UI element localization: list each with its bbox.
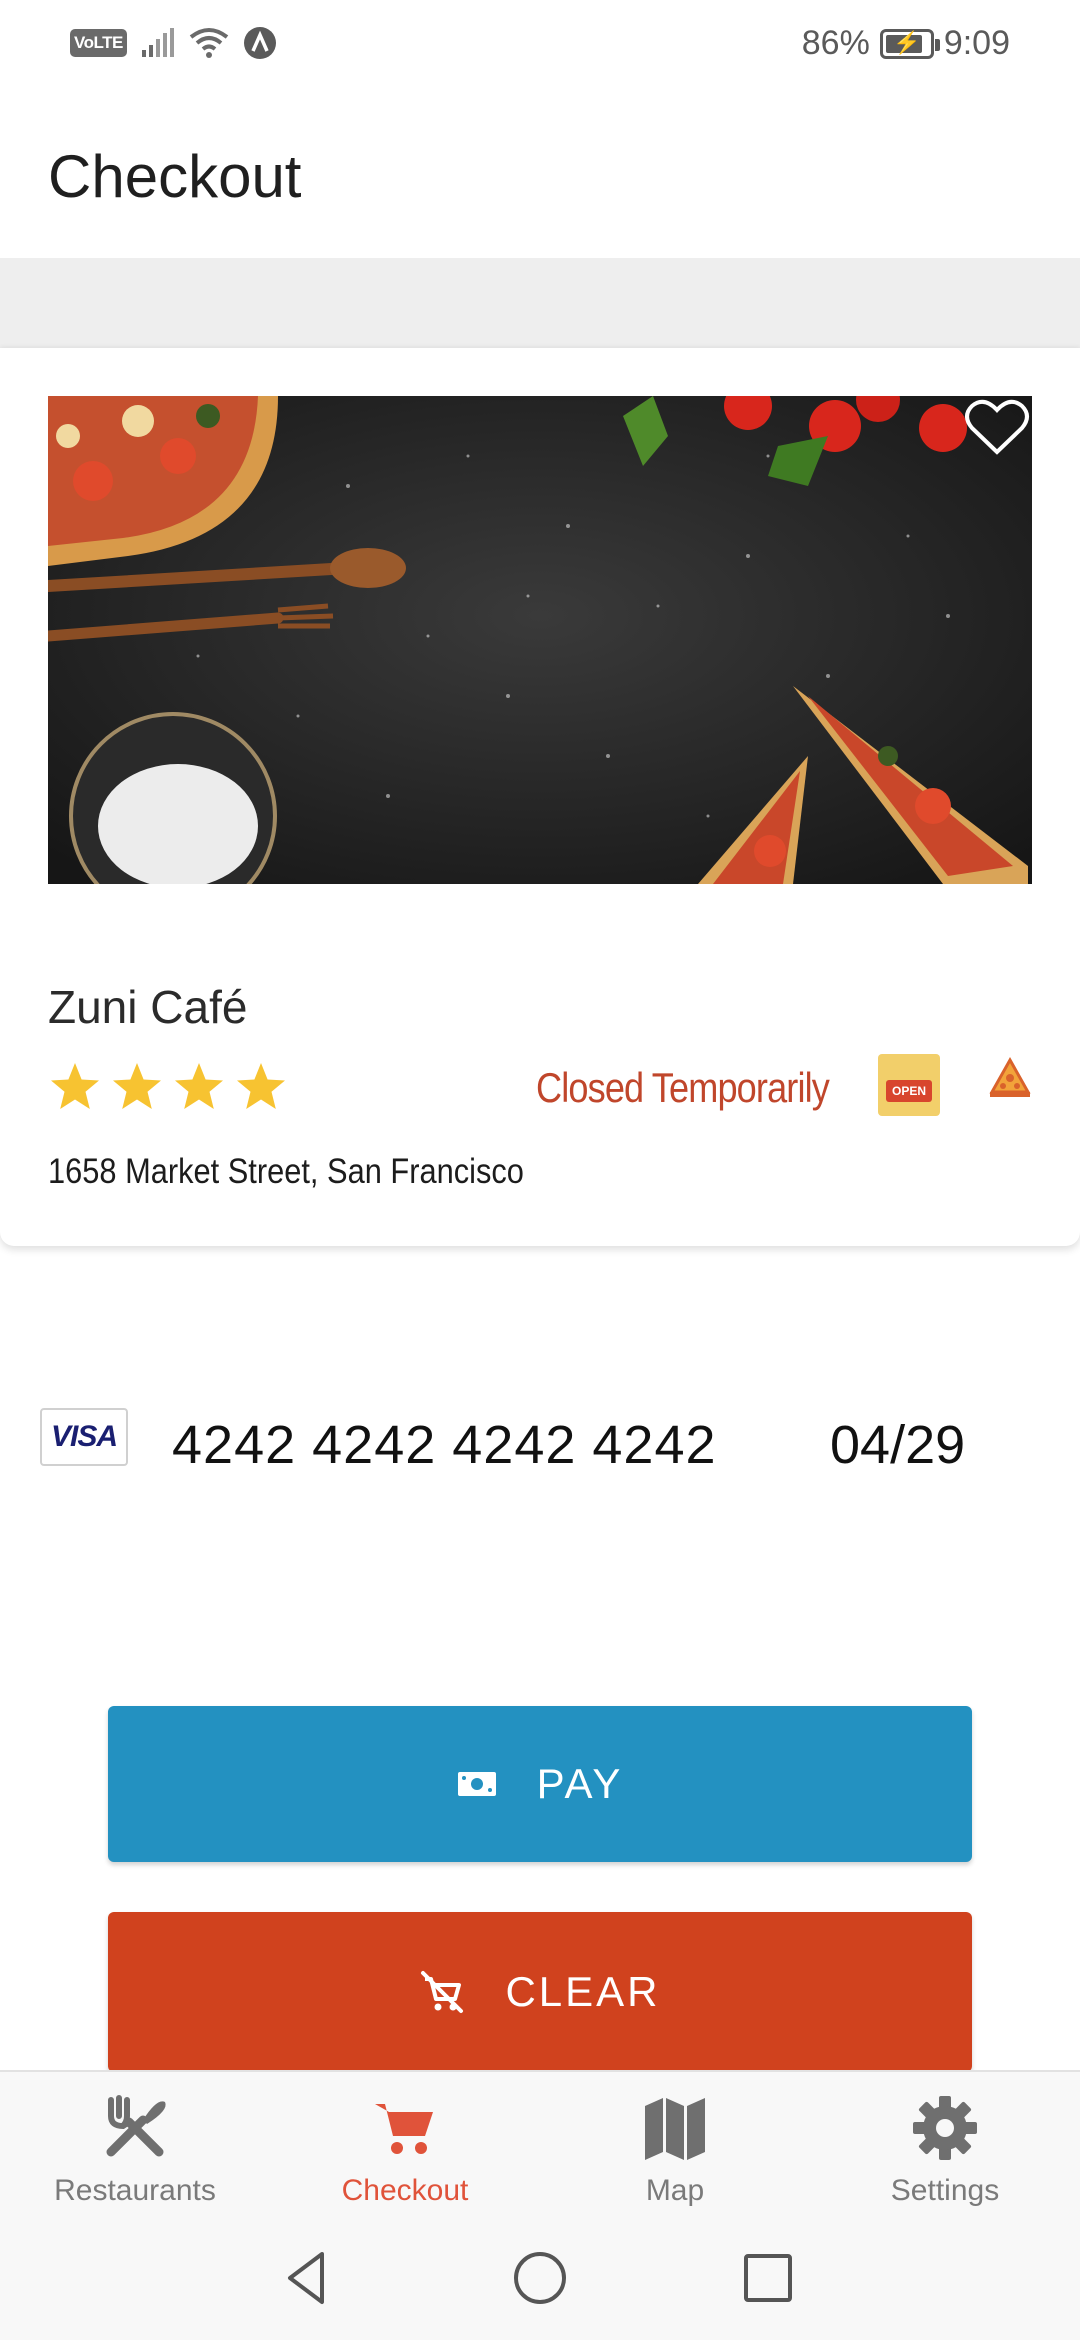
nav-item-settings[interactable]: Settings xyxy=(810,2072,1080,2216)
remove-cart-icon xyxy=(421,1971,464,2013)
nav-label-checkout: Checkout xyxy=(341,2174,469,2207)
restaurant-status: Closed Temporarily xyxy=(536,1064,830,1111)
bottom-navigation: Restaurants Checkout Map Settings xyxy=(0,2070,1080,2216)
nav-label-restaurants: Restaurants xyxy=(54,2174,216,2207)
map-icon xyxy=(645,2098,705,2160)
rating-stars xyxy=(48,1060,288,1114)
status-right: 86% ⚡ 9:09 xyxy=(802,24,1010,63)
system-navigation-bar xyxy=(0,2216,1080,2340)
favorite-heart-icon[interactable] xyxy=(962,396,1032,460)
restaurant-photo xyxy=(48,396,1032,884)
volte-indicator: VoLTE xyxy=(70,29,127,57)
star-icon xyxy=(51,1063,99,1109)
status-left: VoLTE xyxy=(70,26,277,60)
wifi-icon xyxy=(189,28,229,58)
home-icon[interactable] xyxy=(508,2246,572,2310)
nav-label-map: Map xyxy=(645,2174,705,2207)
nav-item-map[interactable]: Map xyxy=(540,2072,810,2216)
card-number[interactable]: 4242 4242 4242 4242 xyxy=(172,1414,717,1476)
star-icon xyxy=(237,1063,285,1109)
utensils-icon xyxy=(106,2095,166,2157)
visa-card-icon: VISA xyxy=(40,1408,128,1466)
back-icon[interactable] xyxy=(276,2246,340,2310)
open-sign-icon: OPEN xyxy=(878,1054,940,1116)
recents-icon[interactable] xyxy=(736,2246,800,2310)
cart-icon xyxy=(375,2104,433,2154)
cash-icon xyxy=(457,1772,496,1796)
bolt-icon: ⚡ xyxy=(893,29,921,55)
pay-button-label: PAY xyxy=(536,1760,624,1807)
app-notification-icon xyxy=(243,27,276,59)
clear-cart-button[interactable]: CLEAR xyxy=(108,1912,972,2072)
status-bar: VoLTE 86% ⚡ 9:09 xyxy=(0,0,1080,92)
gear-icon xyxy=(913,2096,977,2160)
open-sign-label: OPEN xyxy=(886,1080,932,1102)
restaurant-name: Zuni Café xyxy=(48,981,248,1033)
nav-item-checkout[interactable]: Checkout xyxy=(270,2072,540,2216)
section-divider xyxy=(0,258,1080,348)
pay-button[interactable]: PAY xyxy=(108,1706,972,1862)
restaurant-card[interactable]: Zuni Café Closed Temporarily OPEN xyxy=(0,348,1080,1246)
checkout-screen: VoLTE 86% ⚡ 9:09 Checkout Zuni Café Clos… xyxy=(0,0,1080,2340)
card-expiry[interactable]: 04/29 xyxy=(830,1414,965,1476)
pizza-category-icon xyxy=(989,1056,1031,1097)
battery-percent: 86% xyxy=(801,24,870,62)
star-icon xyxy=(113,1063,161,1109)
nav-label-settings: Settings xyxy=(890,2174,1000,2207)
restaurant-address: 1658 Market Street, San Francisco xyxy=(48,1152,524,1191)
battery-charging-icon: ⚡ xyxy=(879,28,940,59)
star-icon xyxy=(175,1063,223,1109)
page-title: Checkout xyxy=(48,143,302,210)
signal-icon xyxy=(141,28,174,57)
pizza-table-illustration xyxy=(48,396,1032,884)
app-bar: Checkout xyxy=(0,92,1080,258)
nav-item-restaurants[interactable]: Restaurants xyxy=(0,2072,270,2216)
clock: 9:09 xyxy=(943,24,1010,62)
clear-button-label: CLEAR xyxy=(505,1968,661,2015)
